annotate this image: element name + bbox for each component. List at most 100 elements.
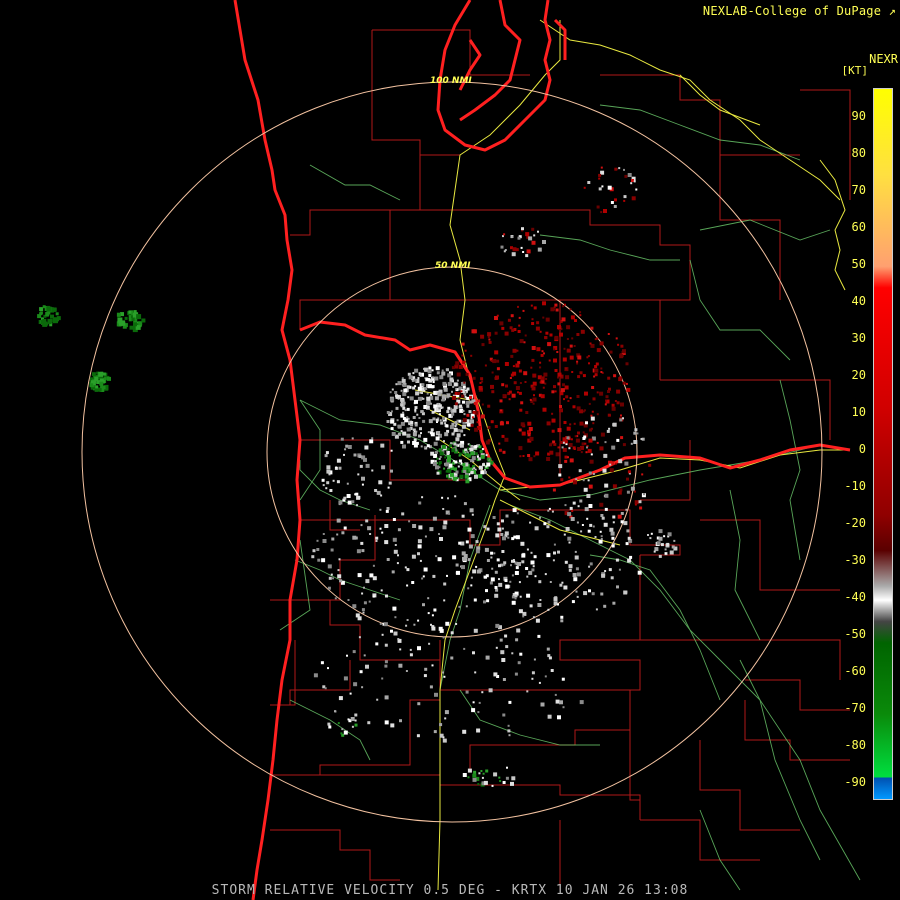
velocity-pixel [103, 377, 107, 381]
velocity-pixel [458, 397, 461, 400]
velocity-pixel [455, 387, 458, 390]
velocity-pixel [664, 552, 667, 555]
velocity-pixel [432, 574, 436, 578]
velocity-pixel [598, 539, 603, 544]
velocity-pixel [611, 544, 615, 548]
velocity-pixel [461, 514, 465, 518]
velocity-pixel [591, 592, 595, 596]
velocity-pixel [439, 723, 443, 727]
velocity-pixel [341, 728, 344, 731]
velocity-pixel [458, 365, 463, 369]
velocity-pixel [576, 333, 580, 336]
velocity-pixel [91, 372, 96, 377]
velocity-pixel [337, 722, 340, 725]
velocity-pixel [527, 433, 531, 437]
velocity-pixel [600, 514, 604, 517]
velocity-pixel [453, 442, 457, 446]
velocity-pixel [400, 413, 405, 418]
velocity-pixel [596, 441, 599, 444]
velocity-pixel [451, 366, 455, 370]
velocity-pixel [511, 328, 515, 332]
velocity-pixel [359, 464, 363, 468]
velocity-pixel [626, 477, 629, 481]
velocity-pixel [559, 441, 563, 444]
velocity-pixel [518, 581, 521, 584]
velocity-pixel [560, 619, 564, 623]
velocity-pixel [531, 346, 536, 350]
velocity-pixel [472, 460, 475, 463]
velocity-pixel [330, 573, 333, 576]
velocity-pixel [613, 205, 617, 208]
velocity-pixel [414, 399, 418, 404]
velocity-pixel [438, 457, 441, 460]
velocity-pixel [625, 508, 628, 511]
legend-color-bar [873, 88, 893, 800]
velocity-pixel [325, 487, 328, 490]
velocity-pixel [515, 363, 520, 368]
velocity-pixel [447, 382, 452, 386]
velocity-pixel [320, 661, 324, 665]
velocity-pixel [349, 692, 352, 695]
velocity-pixel [477, 399, 481, 403]
velocity-pixel [568, 447, 571, 450]
velocity-pixel [592, 422, 595, 425]
velocity-pixel [616, 438, 620, 442]
velocity-pixel [502, 713, 506, 717]
velocity-pixel [520, 541, 525, 546]
velocity-pixel [402, 392, 407, 397]
velocity-pixel [519, 382, 522, 384]
velocity-pixel [412, 432, 417, 437]
velocity-pixel [574, 435, 577, 438]
velocity-pixel [479, 381, 482, 384]
velocity-pixel [510, 314, 514, 318]
credit-text[interactable]: NEXLAB-College of DuPage ↗ [703, 4, 896, 18]
velocity-pixel [615, 337, 618, 340]
velocity-pixel [365, 519, 369, 523]
velocity-pixel [360, 541, 364, 545]
velocity-pixel [450, 442, 453, 445]
velocity-pixel [494, 570, 498, 574]
velocity-pixel [585, 451, 588, 454]
velocity-pixel [458, 459, 462, 463]
velocity-pixel [439, 456, 442, 458]
velocity-pixel [478, 474, 483, 479]
velocity-pixel [637, 570, 642, 575]
velocity-pixel [536, 321, 540, 325]
velocity-pixel [600, 166, 603, 169]
velocity-pixel [624, 174, 628, 178]
velocity-pixel [450, 415, 453, 418]
velocity-pixel [463, 413, 466, 416]
velocity-pixel [603, 453, 608, 458]
velocity-pixel [394, 391, 398, 394]
velocity-pixel [546, 525, 550, 529]
velocity-pixel [326, 481, 330, 485]
velocity-pixel [591, 386, 595, 389]
velocity-pixel [495, 588, 499, 592]
velocity-pixel [547, 520, 551, 524]
velocity-pixel [343, 676, 348, 681]
velocity-pixel [461, 342, 465, 346]
velocity-pixel [582, 437, 586, 440]
velocity-pixel [47, 311, 51, 315]
velocity-pixel [430, 402, 432, 405]
velocity-pixel [502, 678, 506, 681]
velocity-pixel [439, 628, 444, 633]
velocity-pixel [478, 701, 481, 704]
velocity-pixel [383, 622, 388, 627]
velocity-pixel [418, 372, 421, 375]
velocity-pixel [423, 437, 428, 442]
velocity-pixel [587, 355, 590, 357]
velocity-pixel [499, 321, 504, 326]
velocity-pixel [487, 404, 491, 408]
velocity-pixel [90, 383, 94, 387]
velocity-pixel [443, 440, 445, 443]
velocity-pixel [604, 493, 609, 498]
velocity-pixel [441, 369, 444, 372]
velocity-pixel [560, 478, 564, 482]
velocity-pixel [477, 569, 481, 574]
velocity-pixel [540, 394, 545, 399]
velocity-pixel [610, 201, 614, 204]
velocity-pixel [394, 616, 397, 619]
velocity-pixel [607, 376, 611, 380]
velocity-pixel [608, 427, 611, 430]
